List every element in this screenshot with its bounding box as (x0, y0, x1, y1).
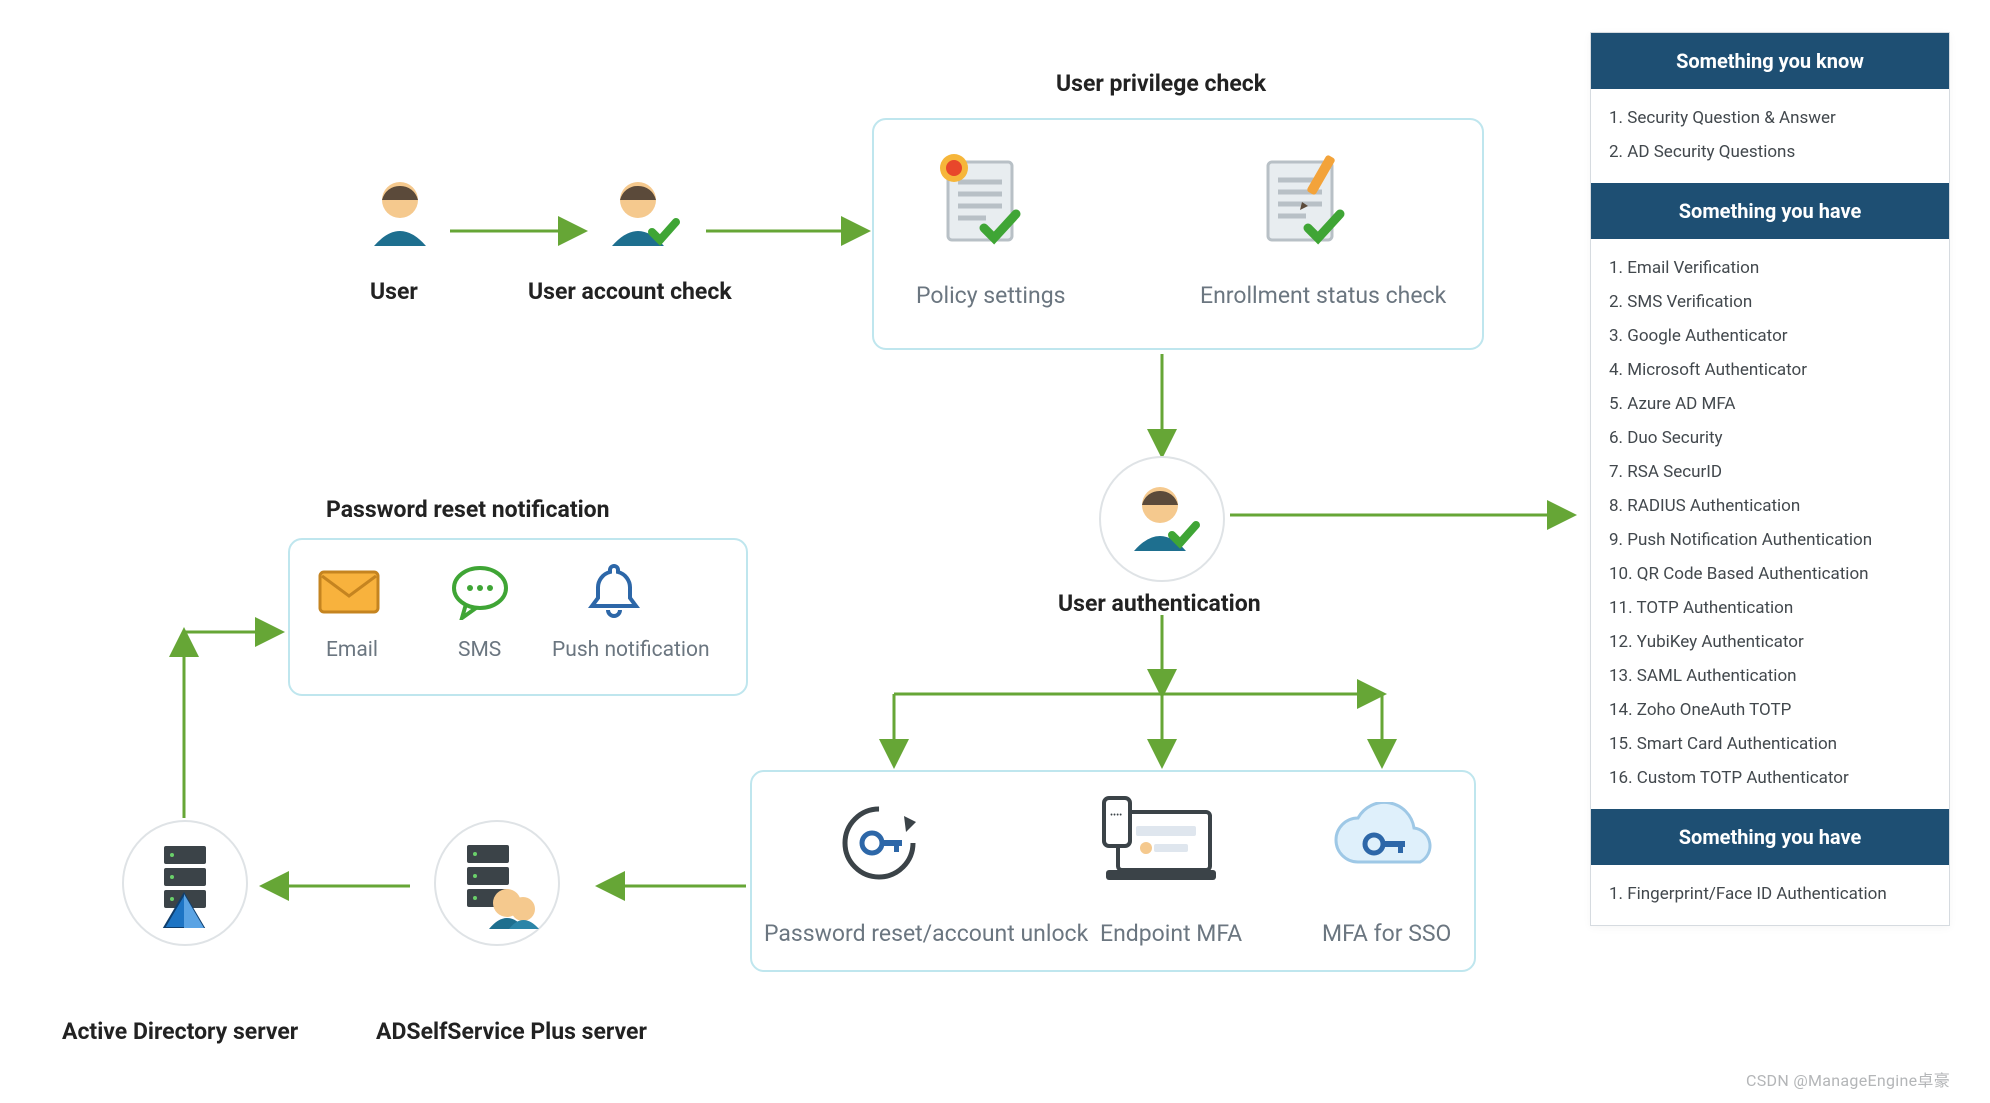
notify-panel: Email SMS Push notification (288, 538, 748, 696)
adssp-server-label: ADSelfService Plus server (376, 1018, 647, 1045)
notify-email-label: Email (326, 638, 378, 662)
list-item: 15. Smart Card Authentication (1609, 727, 1933, 761)
list-item: 2. SMS Verification (1609, 285, 1933, 319)
list-item: 7. RSA SecurID (1609, 455, 1933, 489)
endpoint-mfa-icon: •••• (1096, 794, 1216, 894)
list-item: 3. Google Authenticator (1609, 319, 1933, 353)
mfa-sso-label: MFA for SSO (1322, 920, 1451, 947)
sb-head-have2: Something you have (1591, 809, 1949, 865)
list-item: 1. Email Verification (1609, 251, 1933, 285)
list-item: 11. TOTP Authentication (1609, 591, 1933, 625)
adssp-server-circle (434, 820, 560, 946)
email-icon (318, 568, 380, 620)
policy-settings-label: Policy settings (916, 282, 1066, 309)
sms-icon (450, 564, 510, 624)
watermark: CSDN @ManageEngine卓豪 (1746, 1067, 1950, 1091)
mfa-sso-icon (1328, 802, 1438, 888)
mfa-factors-sidebar: Something you know 1. Security Question … (1590, 32, 1950, 926)
sb-list-know: 1. Security Question & Answer 2. AD Secu… (1591, 89, 1949, 183)
list-item: 1. Security Question & Answer (1609, 101, 1933, 135)
reset-unlock-icon (834, 798, 924, 892)
user-icon (364, 176, 436, 252)
sb-list-have2: 1. Fingerprint/Face ID Authentication (1591, 865, 1949, 925)
svg-text:••••: •••• (1110, 811, 1122, 821)
notify-push-label: Push notification (552, 638, 710, 662)
user-label: User (370, 278, 418, 305)
user-auth-label: User authentication (1058, 590, 1261, 617)
notify-title: Password reset notification (326, 496, 610, 523)
privilege-check-title: User privilege check (1056, 70, 1266, 97)
list-item: 1. Fingerprint/Face ID Authentication (1609, 877, 1933, 911)
enrollment-check-label: Enrollment status check (1200, 282, 1446, 309)
policy-settings-icon (926, 148, 1026, 252)
endpoint-mfa-label: Endpoint MFA (1100, 920, 1242, 947)
privilege-check-panel: Policy settings Enrollment status check (872, 118, 1484, 350)
list-item: 16. Custom TOTP Authenticator (1609, 761, 1933, 795)
sb-head-have: Something you have (1591, 183, 1949, 239)
list-item: 9. Push Notification Authentication (1609, 523, 1933, 557)
list-item: 2. AD Security Questions (1609, 135, 1933, 169)
list-item: 10. QR Code Based Authentication (1609, 557, 1933, 591)
enrollment-check-icon (1250, 148, 1350, 252)
sb-list-have: 1. Email Verification 2. SMS Verificatio… (1591, 239, 1949, 809)
list-item: 5. Azure AD MFA (1609, 387, 1933, 421)
list-item: 8. RADIUS Authentication (1609, 489, 1933, 523)
ad-server-label: Active Directory server (62, 1018, 298, 1045)
list-item: 12. YubiKey Authenticator (1609, 625, 1933, 659)
account-check-label: User account check (528, 278, 732, 305)
reset-unlock-label: Password reset/account unlock (764, 920, 1088, 947)
ad-server-circle (122, 820, 248, 946)
notify-sms-label: SMS (458, 638, 501, 662)
push-icon (586, 560, 642, 624)
account-check-icon (602, 176, 680, 258)
user-auth-circle (1099, 456, 1225, 582)
mfa-actions-panel: Password reset/account unlock •••• Endpo… (750, 770, 1476, 972)
sb-head-know: Something you know (1591, 33, 1949, 89)
list-item: 6. Duo Security (1609, 421, 1933, 455)
list-item: 13. SAML Authentication (1609, 659, 1933, 693)
list-item: 14. Zoho OneAuth TOTP (1609, 693, 1933, 727)
list-item: 4. Microsoft Authenticator (1609, 353, 1933, 387)
